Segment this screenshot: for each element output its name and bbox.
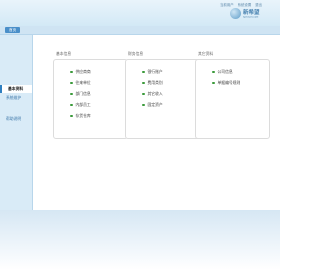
list-item-label: 存货仓库 [75, 113, 91, 118]
bullet-icon [70, 70, 73, 74]
panel-title: 其它资料 [198, 51, 214, 56]
sidebar-item-help[interactable]: 帮助说明 [0, 115, 32, 123]
list-item[interactable]: 供应商商 [70, 69, 91, 80]
list-item-label: 部门信息 [75, 91, 91, 96]
list-item[interactable]: 银行账户 [142, 69, 163, 80]
header-link-logout[interactable]: 退出 [255, 2, 262, 7]
panel-other-info: 其它资料 公司信息 单据编号规则 [195, 51, 270, 139]
main-content: 基本信息 供应商商 往来单位 部门信息 内部员工 存货仓库 财务信息 银行账户 … [33, 35, 280, 210]
tab-home-label: 首页 [9, 28, 17, 32]
bullet-icon [70, 92, 73, 96]
sidebar-item-label: 系统维护 [6, 95, 22, 100]
logo-mark-icon [230, 8, 241, 19]
bullet-icon [212, 70, 215, 74]
panel-title: 基本信息 [56, 51, 72, 56]
panel-list: 银行账户 费用类别 其它收入 固定资产 [142, 69, 163, 113]
list-item-label: 银行账户 [147, 69, 163, 74]
panel-list: 供应商商 往来单位 部门信息 内部员工 存货仓库 [70, 69, 91, 124]
list-item-label: 公司信息 [217, 69, 233, 74]
list-item[interactable]: 往来单位 [70, 80, 91, 91]
list-item-label: 其它收入 [147, 91, 163, 96]
bullet-icon [142, 103, 145, 107]
list-item-label: 费用类别 [147, 80, 163, 85]
list-item-label: 内部员工 [75, 102, 91, 107]
list-item[interactable]: 存货仓库 [70, 113, 91, 124]
list-item[interactable]: 固定资产 [142, 102, 163, 113]
tab-bar: 首页 [0, 26, 280, 35]
panel-finance-info: 财务信息 银行账户 费用类别 其它收入 固定资产 [125, 51, 200, 139]
list-item-label: 固定资产 [147, 102, 163, 107]
header-link-user[interactable]: 当前用户 [220, 2, 234, 7]
panel-list: 公司信息 单据编号规则 [212, 69, 240, 91]
header-link-settings[interactable]: 系统设置 [238, 2, 252, 7]
logo: 新希望 NEWHOPE [230, 8, 274, 22]
bullet-icon [142, 81, 145, 85]
footer-shadow [0, 210, 280, 270]
list-item[interactable]: 单据编号规则 [212, 80, 240, 91]
sidebar-item-basic-info[interactable]: 基本资料 [0, 85, 32, 93]
sidebar: 基本资料 系统维护 帮助说明 [0, 35, 33, 210]
list-item[interactable]: 内部员工 [70, 102, 91, 113]
panel-title: 财务信息 [128, 51, 144, 56]
panel-basic-info: 基本信息 供应商商 往来单位 部门信息 内部员工 存货仓库 [53, 51, 128, 139]
sidebar-item-label: 基本资料 [8, 86, 24, 91]
header-links: 当前用户 系统设置 退出 [220, 2, 262, 7]
bullet-icon [142, 70, 145, 74]
bullet-icon [70, 114, 73, 118]
list-item[interactable]: 部门信息 [70, 91, 91, 102]
list-item-label: 供应商商 [75, 69, 91, 74]
list-item[interactable]: 费用类别 [142, 80, 163, 91]
list-item-label: 往来单位 [75, 80, 91, 85]
list-item-label: 单据编号规则 [217, 80, 241, 85]
sidebar-item-label: 帮助说明 [6, 116, 22, 121]
top-bar: 当前用户 系统设置 退出 新希望 NEWHOPE [0, 0, 280, 27]
tab-home[interactable]: 首页 [5, 27, 21, 33]
list-item[interactable]: 其它收入 [142, 91, 163, 102]
bullet-icon [142, 92, 145, 96]
bullet-icon [70, 81, 73, 85]
sidebar-item-system-maintenance[interactable]: 系统维护 [0, 94, 32, 102]
list-item[interactable]: 公司信息 [212, 69, 240, 80]
logo-subtitle: NEWHOPE [243, 15, 259, 19]
bullet-icon [212, 81, 215, 85]
bullet-icon [70, 103, 73, 107]
